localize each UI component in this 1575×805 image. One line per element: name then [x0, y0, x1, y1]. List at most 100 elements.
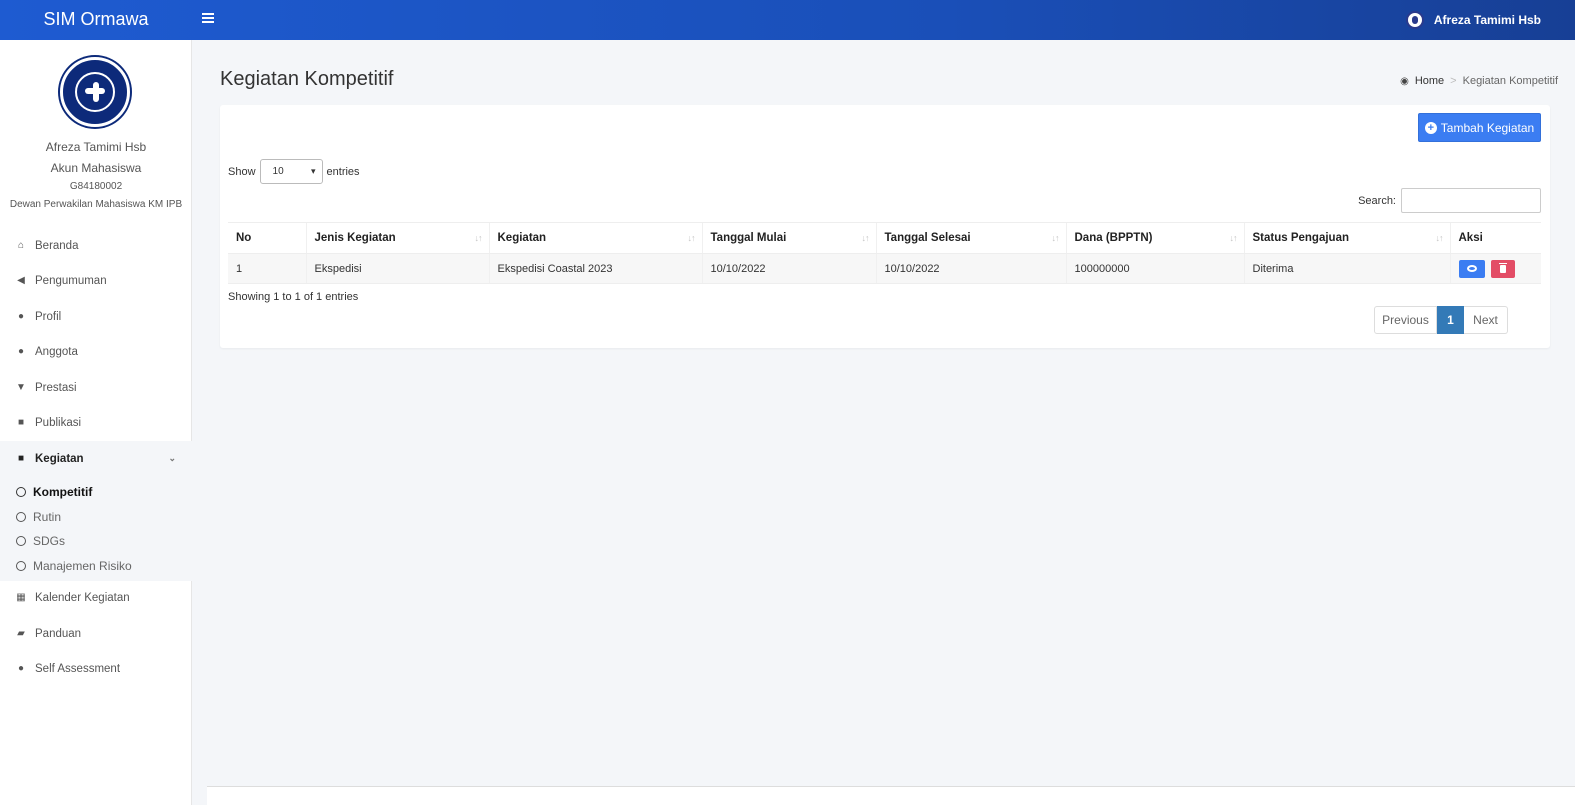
sidebar: Afreza Tamimi Hsb Akun Mahasiswa G841800… [0, 40, 192, 805]
kegiatan-submenu: Kompetitif Rutin SDGs Manajemen Risiko [0, 476, 192, 581]
circle-icon [16, 536, 26, 547]
table-search: Search: [1358, 188, 1541, 213]
delete-trash-icon[interactable] [1490, 259, 1515, 278]
users-icon: ● [17, 346, 25, 358]
sidebar-item-label: Publikasi [35, 417, 82, 430]
sidebar-item-label: Beranda [35, 239, 79, 252]
cell-kegiatan: Ekspedisi Coastal 2023 [488, 253, 702, 284]
submenu-item-label: Manajemen Risiko [33, 559, 132, 574]
sort-icon: ↓↑ [1229, 233, 1238, 243]
column-header-jenis-kegiatan[interactable]: Jenis Kegiatan ↓↑ [305, 222, 489, 254]
sidebar-item-label: Self Assessment [35, 663, 121, 676]
submenu-item-manajemen-risiko[interactable]: Manajemen Risiko [0, 554, 192, 579]
breadcrumb-current: Kegiatan Kompetitif [1462, 75, 1558, 87]
page-length-value: 10 [272, 166, 284, 177]
chevron-down-icon: ⌄ [168, 453, 176, 464]
page-length-control: Show 10 ▾ entries [228, 159, 360, 184]
pagination-previous[interactable]: Previous [1374, 306, 1437, 334]
sort-icon: ↓↑ [474, 233, 483, 243]
breadcrumb-home-link[interactable]: Home [1415, 75, 1444, 87]
header-label: Tanggal Mulai [710, 232, 787, 244]
user-menu-name: Afreza Tamimi Hsb [1433, 13, 1541, 27]
sidebar-student-id: G84180002 [69, 181, 123, 192]
pagination: Previous 1 Next [1374, 306, 1508, 334]
column-header-kegiatan[interactable]: Kegiatan ↓↑ [488, 222, 702, 254]
breadcrumb: ◉ Home > Kegiatan Kompetitif [1400, 75, 1558, 87]
sidebar-item-pengumuman[interactable]: ◀ Pengumuman [0, 264, 192, 300]
sort-icon: ↓↑ [1051, 233, 1060, 243]
sidebar-item-panduan[interactable]: ▰ Panduan [0, 616, 192, 652]
book-icon: ▰ [17, 627, 25, 639]
sidebar-item-anggota[interactable]: ● Anggota [0, 335, 192, 371]
home-icon: ⌂ [17, 239, 25, 251]
add-activity-label: Tambah Kegiatan [1440, 120, 1535, 135]
column-header-status-pengajuan[interactable]: Status Pengajuan ↓↑ [1243, 222, 1450, 254]
sidebar-item-label: Anggota [35, 346, 78, 359]
sidebar-item-publikasi[interactable]: ■ Publikasi [0, 406, 192, 442]
sidebar-item-beranda[interactable]: ⌂ Beranda [0, 228, 192, 264]
header-label: Status Pengajuan [1252, 232, 1350, 244]
dashboard-icon: ◉ [1400, 75, 1409, 87]
pagination-next[interactable]: Next [1464, 306, 1508, 334]
sidebar-item-label: Profil [35, 310, 62, 323]
column-header-no[interactable]: No [228, 222, 306, 254]
search-input[interactable] [1401, 188, 1541, 213]
page-length-select[interactable]: 10 ▾ [259, 159, 323, 184]
header-label: Jenis Kegiatan [314, 232, 396, 244]
submenu-item-rutin[interactable]: Rutin [0, 504, 192, 529]
add-activity-button[interactable]: + Tambah Kegiatan [1418, 113, 1541, 142]
sidebar-item-kalender-kegiatan[interactable]: ▦ Kalender Kegiatan [0, 581, 192, 617]
sidebar-item-label: Pengumuman [35, 275, 107, 288]
cell-aksi [1449, 253, 1541, 284]
column-header-aksi: Aksi [1449, 222, 1541, 254]
view-eye-icon[interactable] [1458, 259, 1485, 278]
sidebar-item-label: Kegiatan [35, 452, 84, 465]
calendar-icon: ▦ [16, 592, 26, 604]
header-label: Aksi [1458, 232, 1483, 244]
sidebar-menu: ⌂ Beranda ◀ Pengumuman ● Profil ● Anggota ▼ P… [0, 228, 192, 687]
breadcrumb-separator: > [1450, 75, 1457, 87]
sort-icon: ↓↑ [1435, 233, 1444, 243]
sort-icon: ↓↑ [687, 233, 696, 243]
header-label: No [236, 232, 252, 244]
header-label: Dana (BPPTN) [1074, 232, 1153, 244]
cell-dana: 100000000 [1065, 253, 1244, 284]
submenu-item-kompetitif[interactable]: Kompetitif [0, 480, 192, 505]
bullhorn-icon: ◀ [17, 275, 25, 287]
sidebar-item-prestasi[interactable]: ▼ Prestasi [0, 370, 192, 406]
table-header-row: No Jenis Kegiatan ↓↑ Kegiatan ↓↑ Tanggal M… [228, 222, 1541, 254]
column-header-dana[interactable]: Dana (BPPTN) ↓↑ [1065, 222, 1244, 254]
sidebar-item-label: Prestasi [35, 381, 77, 394]
circle-icon [16, 561, 26, 572]
circle-icon [16, 486, 26, 497]
user-icon: ● [17, 310, 25, 322]
menu-toggle-icon[interactable] [202, 11, 214, 25]
sidebar-user-name: Afreza Tamimi Hsb [45, 140, 147, 154]
cell-no: 1 [228, 253, 306, 284]
table-row: 1 Ekspedisi Ekspedisi Coastal 2023 10/10… [228, 253, 1541, 284]
sidebar-item-profil[interactable]: ● Profil [0, 299, 192, 335]
submenu-item-sdgs[interactable]: SDGs [0, 529, 192, 554]
activities-table: No Jenis Kegiatan ↓↑ Kegiatan ↓↑ Tanggal M… [228, 222, 1541, 284]
column-header-tanggal-selesai[interactable]: Tanggal Selesai ↓↑ [875, 222, 1066, 254]
entries-label: entries [326, 165, 360, 178]
submenu-item-label: Rutin [33, 509, 62, 524]
cell-jenis-kegiatan: Ekspedisi [305, 253, 489, 284]
trophy-icon: ▼ [16, 381, 26, 393]
table-info: Showing 1 to 1 of 1 entries [228, 291, 359, 303]
university-logo [60, 57, 130, 127]
sidebar-item-kegiatan[interactable]: ■ Kegiatan ⌄ [0, 441, 192, 477]
sidebar-item-self-assessment[interactable]: ● Self Assessment [0, 652, 192, 688]
pagination-page-1[interactable]: 1 [1437, 306, 1464, 334]
folder-icon: ■ [17, 452, 25, 464]
brand-logo-text[interactable]: SIM Ormawa [0, 0, 192, 40]
user-icon: ● [17, 663, 25, 675]
user-menu[interactable]: Afreza Tamimi Hsb [1405, 0, 1541, 40]
activities-card: + Tambah Kegiatan Show 10 ▾ entries Sear… [220, 105, 1550, 348]
plus-circle-icon: + [1424, 121, 1437, 134]
column-header-tanggal-mulai[interactable]: Tanggal Mulai ↓↑ [701, 222, 876, 254]
sidebar-account-type: Akun Mahasiswa [50, 161, 142, 175]
search-label: Search: [1358, 194, 1396, 207]
page-title: Kegiatan Kompetitif [220, 68, 394, 90]
show-label: Show [228, 165, 256, 178]
